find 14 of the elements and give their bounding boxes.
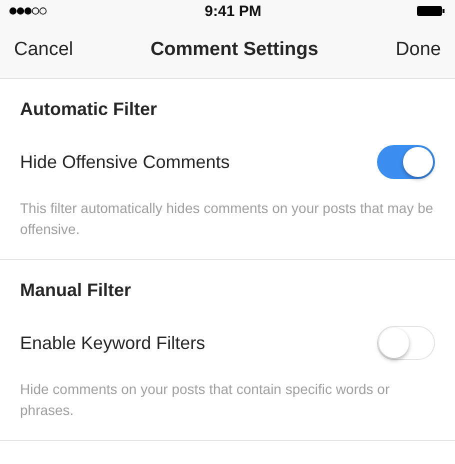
section-heading: Manual Filter xyxy=(20,279,132,302)
page-title: Comment Settings xyxy=(150,39,318,61)
setting-label: Enable Keyword Filters xyxy=(20,332,206,354)
status-time: 9:41 PM xyxy=(204,2,262,20)
toggle-switch[interactable] xyxy=(377,145,435,179)
toggle-switch[interactable] xyxy=(377,326,435,360)
setting-description: Hide comments on your posts that contain specific words or phrases. xyxy=(20,380,391,420)
battery-icon xyxy=(416,6,445,16)
section-heading: Automatic Filter xyxy=(20,98,158,121)
cancel-button[interactable]: Cancel xyxy=(14,39,74,61)
done-button[interactable]: Done xyxy=(396,39,441,61)
setting-label: Hide Offensive Comments xyxy=(20,152,230,172)
setting-description: This filter automatically hides comments on your posts that may be offensive. xyxy=(20,199,434,239)
signal-icon xyxy=(9,7,49,15)
